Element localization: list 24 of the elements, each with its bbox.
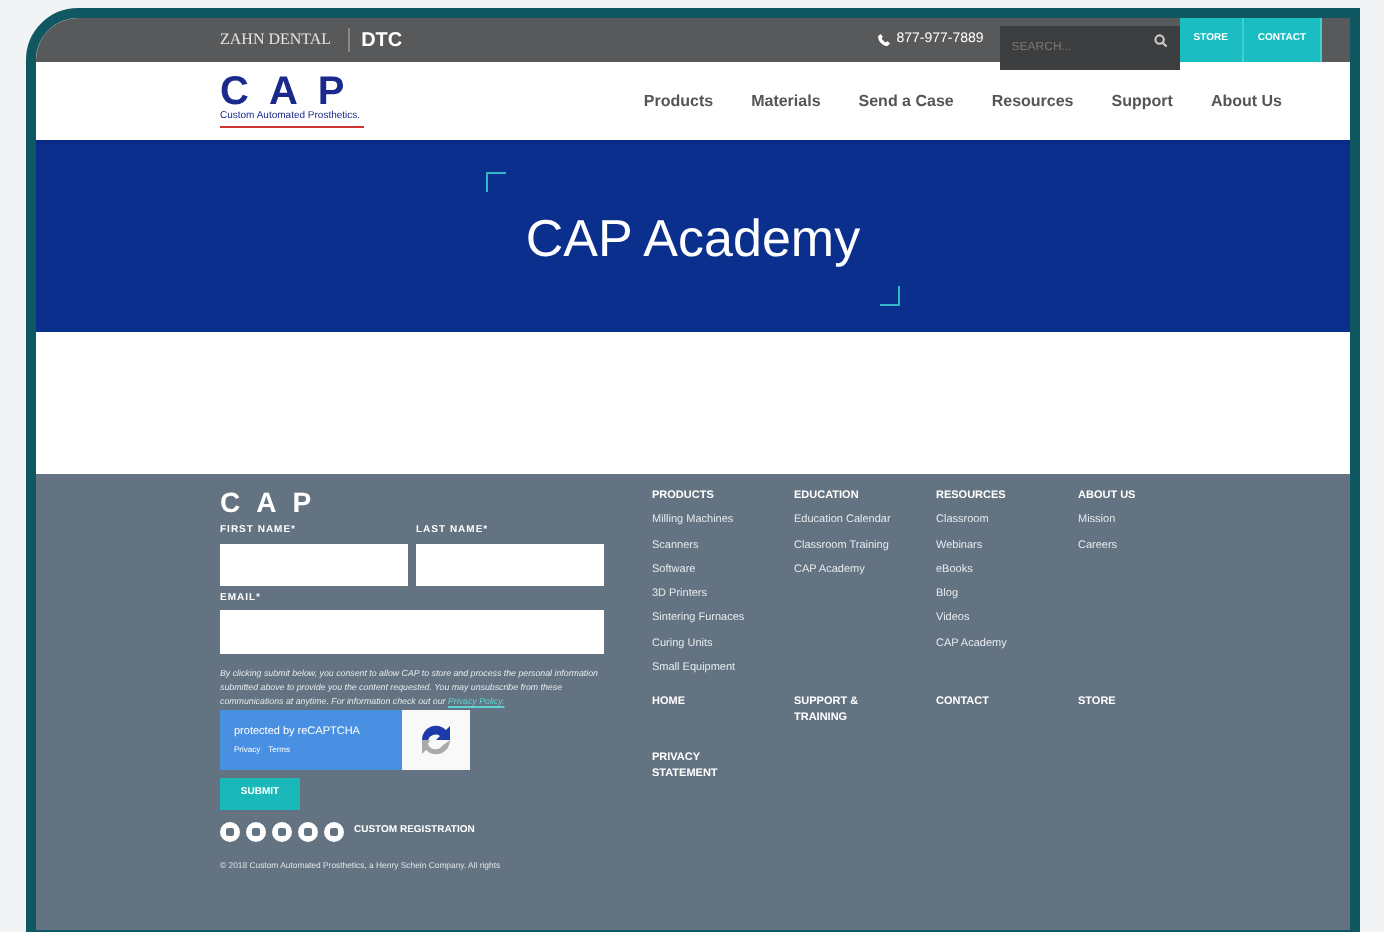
social-media-icon[interactable]	[298, 822, 318, 842]
social-media-icon[interactable]	[272, 822, 292, 842]
input-field[interactable]	[220, 610, 604, 654]
page-title: CAP Academy	[525, 207, 861, 267]
brand-logo[interactable]: DTC	[361, 25, 403, 55]
social-media-icon[interactable]	[246, 822, 266, 842]
nav-link[interactable]: About Us	[1210, 89, 1282, 113]
social-media-icon[interactable]	[220, 822, 240, 842]
company-logo[interactable]: CAP	[220, 73, 365, 110]
social-media-icon[interactable]	[324, 822, 344, 842]
nav-link[interactable]: Send a Case	[858, 89, 954, 113]
corner-mark	[485, 171, 506, 191]
brand-logo[interactable]: ZAHN DENTAL	[220, 28, 350, 52]
search-icon[interactable]	[1153, 34, 1168, 48]
nav-link[interactable]: Support	[1111, 89, 1173, 113]
nav-link[interactable]: Products	[643, 89, 714, 113]
input-field[interactable]	[416, 543, 604, 585]
input-field[interactable]	[220, 543, 408, 585]
footer-logo[interactable]: CAP	[220, 488, 604, 516]
nav-link[interactable]: Materials	[751, 89, 821, 113]
corner-mark	[880, 285, 901, 305]
phone-icon	[878, 34, 891, 46]
recaptcha-icon	[416, 720, 456, 760]
nav-link[interactable]: Resources	[991, 89, 1074, 113]
